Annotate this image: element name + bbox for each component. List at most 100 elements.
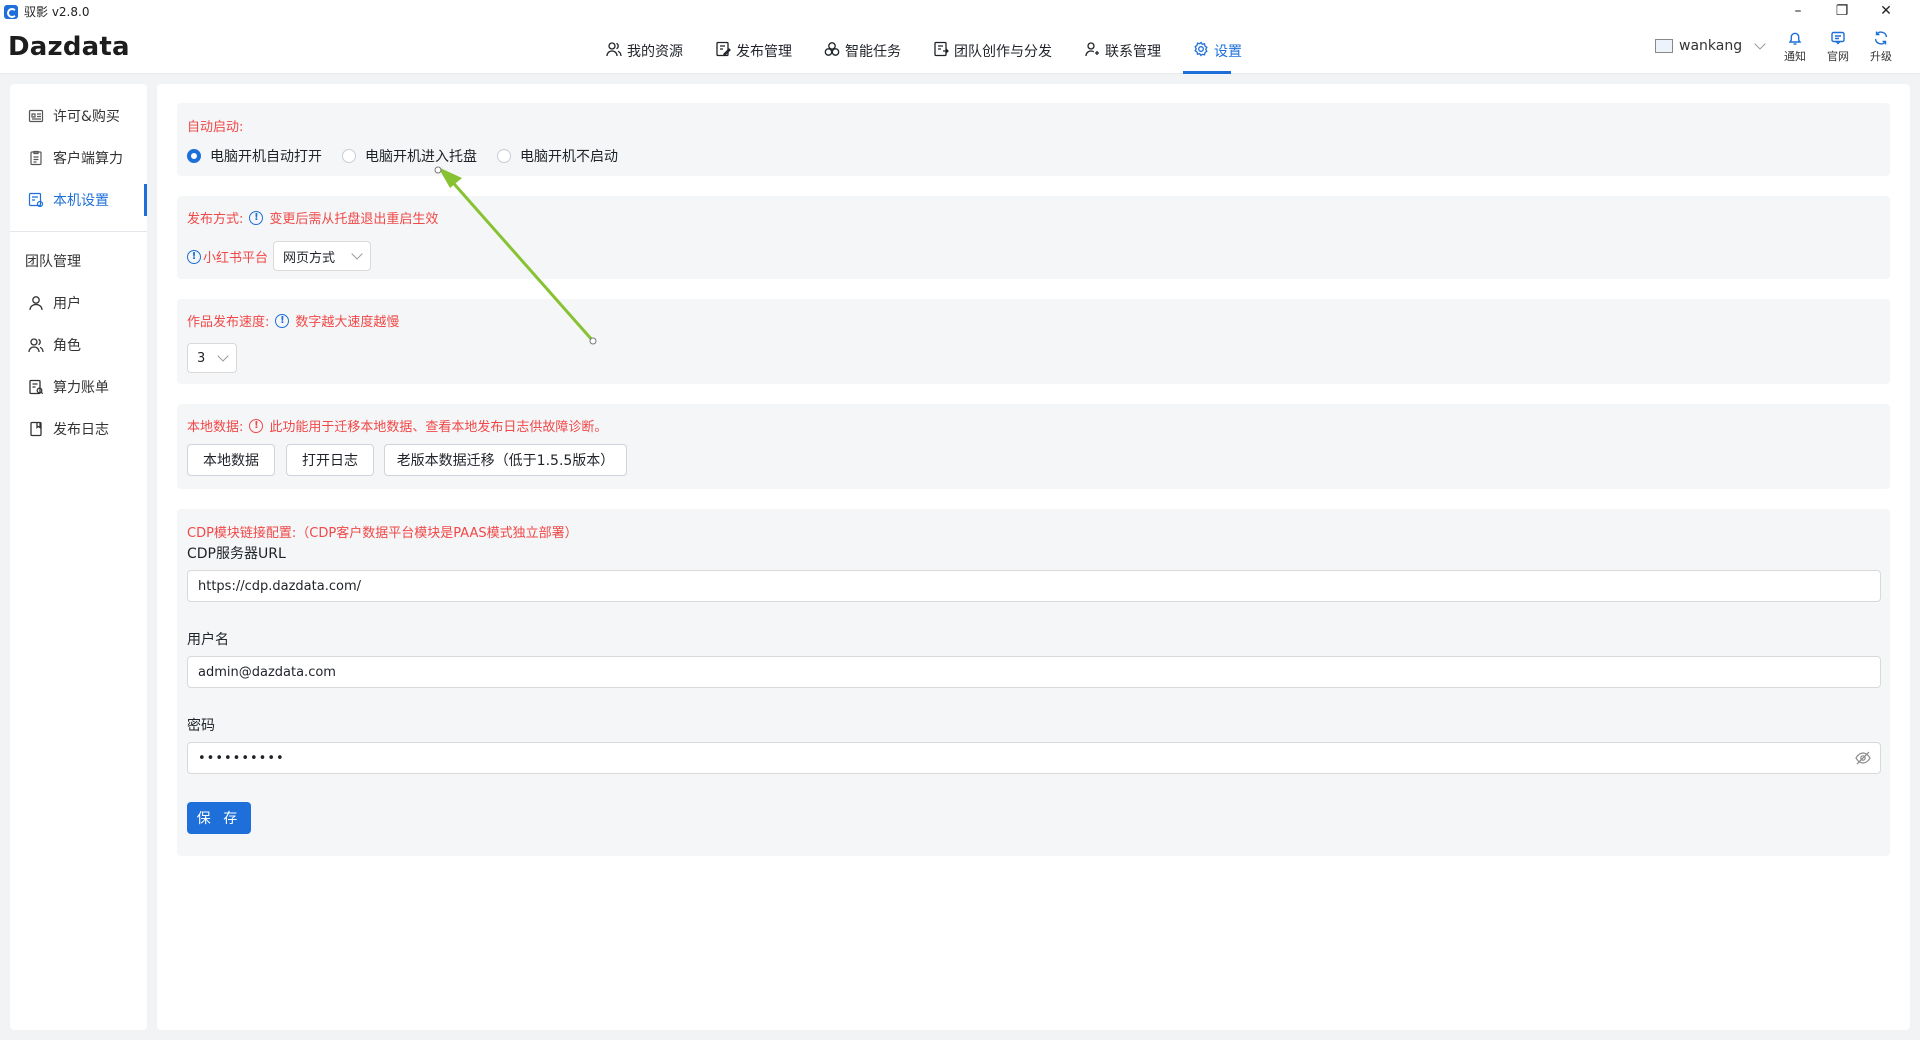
app-logo-icon	[4, 4, 18, 19]
close-button[interactable]: ✕	[1864, 0, 1908, 22]
chevron-down-icon	[351, 248, 363, 260]
radio-no-start[interactable]: 电脑开机不启动	[497, 146, 618, 166]
nav-label: 联系管理	[1105, 44, 1161, 60]
info-icon: !	[249, 210, 264, 225]
device-settings-icon	[28, 192, 44, 208]
nav-settings[interactable]: 设置	[1177, 37, 1258, 74]
sidebar-item-label: 角色	[53, 338, 81, 354]
legacy-migration-button[interactable]: 老版本数据迁移（低于1.5.5版本）	[384, 444, 627, 476]
users-icon	[606, 42, 622, 57]
chevron-down-icon	[1754, 38, 1766, 50]
eye-off-icon[interactable]	[1855, 751, 1871, 765]
nav-label: 发布管理	[736, 44, 792, 60]
action-label: 升级	[1870, 50, 1892, 63]
log-icon	[30, 421, 42, 437]
publish-mode-section: 发布方式: ! 变更后需从托盘退出重启生效 ! 小红书平台 网页方式	[177, 196, 1890, 279]
chevron-down-icon	[217, 350, 229, 362]
sidebar-item-publish-log[interactable]: 发布日志	[28, 419, 109, 439]
radio-label: 电脑开机不启动	[520, 149, 618, 165]
section-label-text: 发布方式:	[187, 212, 244, 227]
action-label: 官网	[1827, 50, 1849, 63]
sidebar-item-label: 发布日志	[53, 422, 109, 438]
bill-icon	[29, 379, 44, 395]
nav-publish-management[interactable]: 发布管理	[699, 37, 808, 74]
nav-contact-management[interactable]: 联系管理	[1068, 37, 1177, 74]
cluster-icon	[824, 42, 840, 56]
radio-dot	[497, 149, 511, 163]
open-log-button[interactable]: 打开日志	[286, 444, 374, 476]
radio-tray[interactable]: 电脑开机进入托盘	[342, 146, 477, 166]
section-label: CDP模块链接配置:（CDP客户数据平台模块是PAAS模式独立部署）	[187, 526, 578, 541]
sidebar-item-users[interactable]: 用户	[28, 293, 81, 313]
user-menu[interactable]: wankang	[1655, 38, 1766, 54]
restore-button[interactable]: ❐	[1820, 0, 1864, 22]
contact-icon	[1085, 42, 1099, 57]
warning-icon: !	[249, 418, 264, 433]
user-icon	[29, 296, 43, 311]
top-actions: 通知 官网 升级	[1780, 30, 1896, 64]
minimize-button[interactable]: –	[1776, 0, 1820, 22]
sidebar-item-label: 用户	[53, 296, 81, 312]
sidebar-item-license[interactable]: 许可&购买	[28, 106, 120, 126]
sidebar-item-local-settings[interactable]: 本机设置	[28, 190, 109, 210]
brand-logo: Dazdata	[8, 32, 130, 62]
save-button[interactable]: 保 存	[187, 802, 251, 834]
info-icon: !	[275, 313, 290, 328]
section-label: 作品发布速度: ! 数字越大速度越慢	[187, 311, 399, 330]
avatar	[1655, 39, 1673, 53]
publish-speed-section: 作品发布速度: ! 数字越大速度越慢 3	[177, 299, 1890, 384]
input-value: admin@dazdata.com	[198, 664, 336, 680]
section-label: 自动启动:	[187, 120, 244, 135]
local-data-hint: 此功能用于迁移本地数据、查看本地发布日志供故障诊断。	[269, 420, 608, 435]
nav-team-creation[interactable]: 团队创作与分发	[917, 37, 1068, 74]
section-label: 本地数据: ! 此功能用于迁移本地数据、查看本地发布日志供故障诊断。	[187, 416, 607, 435]
password-input[interactable]: ••••••••••	[187, 742, 1881, 774]
input-value: ••••••••••	[198, 750, 285, 766]
sidebar-item-client-compute[interactable]: 客户端算力	[28, 148, 123, 168]
publish-speed-select[interactable]: 3	[187, 343, 237, 373]
select-value: 网页方式	[283, 250, 336, 266]
sidebar-item-label: 算力账单	[53, 380, 109, 396]
clipboard-icon	[30, 150, 42, 166]
autostart-radio-group: 电脑开机自动打开 电脑开机进入托盘 电脑开机不启动	[187, 146, 618, 166]
sidebar-item-compute-bill[interactable]: 算力账单	[28, 377, 109, 397]
nav-smart-tasks[interactable]: 智能任务	[808, 37, 917, 74]
nav-my-resources[interactable]: 我的资源	[590, 37, 699, 74]
sidebar: 许可&购买 客户端算力 本机设置 团队管理 用户 角色 算力账单 发布日志	[10, 84, 147, 1030]
password-label: 密码	[187, 718, 215, 734]
radio-auto-open[interactable]: 电脑开机自动打开	[187, 146, 322, 166]
upgrade-button[interactable]: 升级	[1866, 30, 1896, 64]
chat-icon	[1831, 31, 1845, 45]
local-data-section: 本地数据: ! 此功能用于迁移本地数据、查看本地发布日志供故障诊断。 本地数据 …	[177, 404, 1890, 489]
platform-row: ! 小红书平台	[187, 247, 268, 266]
username-input[interactable]: admin@dazdata.com	[187, 656, 1881, 688]
window-controls: – ❐ ✕	[1776, 0, 1908, 22]
section-label-text: 作品发布速度:	[187, 315, 270, 330]
sidebar-active-indicator	[144, 184, 147, 216]
input-value: https://cdp.dazdata.com/	[198, 578, 361, 594]
local-data-button[interactable]: 本地数据	[187, 444, 275, 476]
website-button[interactable]: 官网	[1823, 30, 1853, 64]
radio-dot	[342, 149, 356, 163]
notify-button[interactable]: 通知	[1780, 30, 1810, 64]
refresh-icon	[1874, 31, 1888, 45]
sidebar-divider	[10, 231, 147, 232]
gear-icon	[1194, 41, 1208, 57]
settings-panel: 自动启动: 电脑开机自动打开 电脑开机进入托盘 电脑开机不启动 发布方式: ! …	[157, 84, 1910, 1030]
publish-mode-hint: 变更后需从托盘退出重启生效	[269, 212, 439, 227]
sidebar-item-label: 客户端算力	[53, 151, 123, 167]
username-label: 用户名	[187, 632, 229, 648]
autostart-section: 自动启动: 电脑开机自动打开 电脑开机进入托盘 电脑开机不启动	[177, 103, 1890, 176]
sidebar-item-roles[interactable]: 角色	[28, 335, 81, 355]
cdp-url-input[interactable]: https://cdp.dazdata.com/	[187, 570, 1881, 602]
edit-doc-icon	[716, 41, 731, 57]
sidebar-item-label: 本机设置	[53, 193, 109, 209]
nav-active-indicator	[1183, 71, 1231, 74]
platform-mode-select[interactable]: 网页方式	[273, 241, 371, 271]
cdp-config-section: CDP模块链接配置:（CDP客户数据平台模块是PAAS模式独立部署） CDP服务…	[177, 509, 1890, 856]
cdp-url-label: CDP服务器URL	[187, 546, 286, 562]
action-label: 通知	[1784, 50, 1806, 63]
bell-icon	[1788, 32, 1802, 45]
nav-label: 我的资源	[627, 44, 683, 60]
app-title-text: 驭影 v2.8.0	[24, 5, 90, 19]
